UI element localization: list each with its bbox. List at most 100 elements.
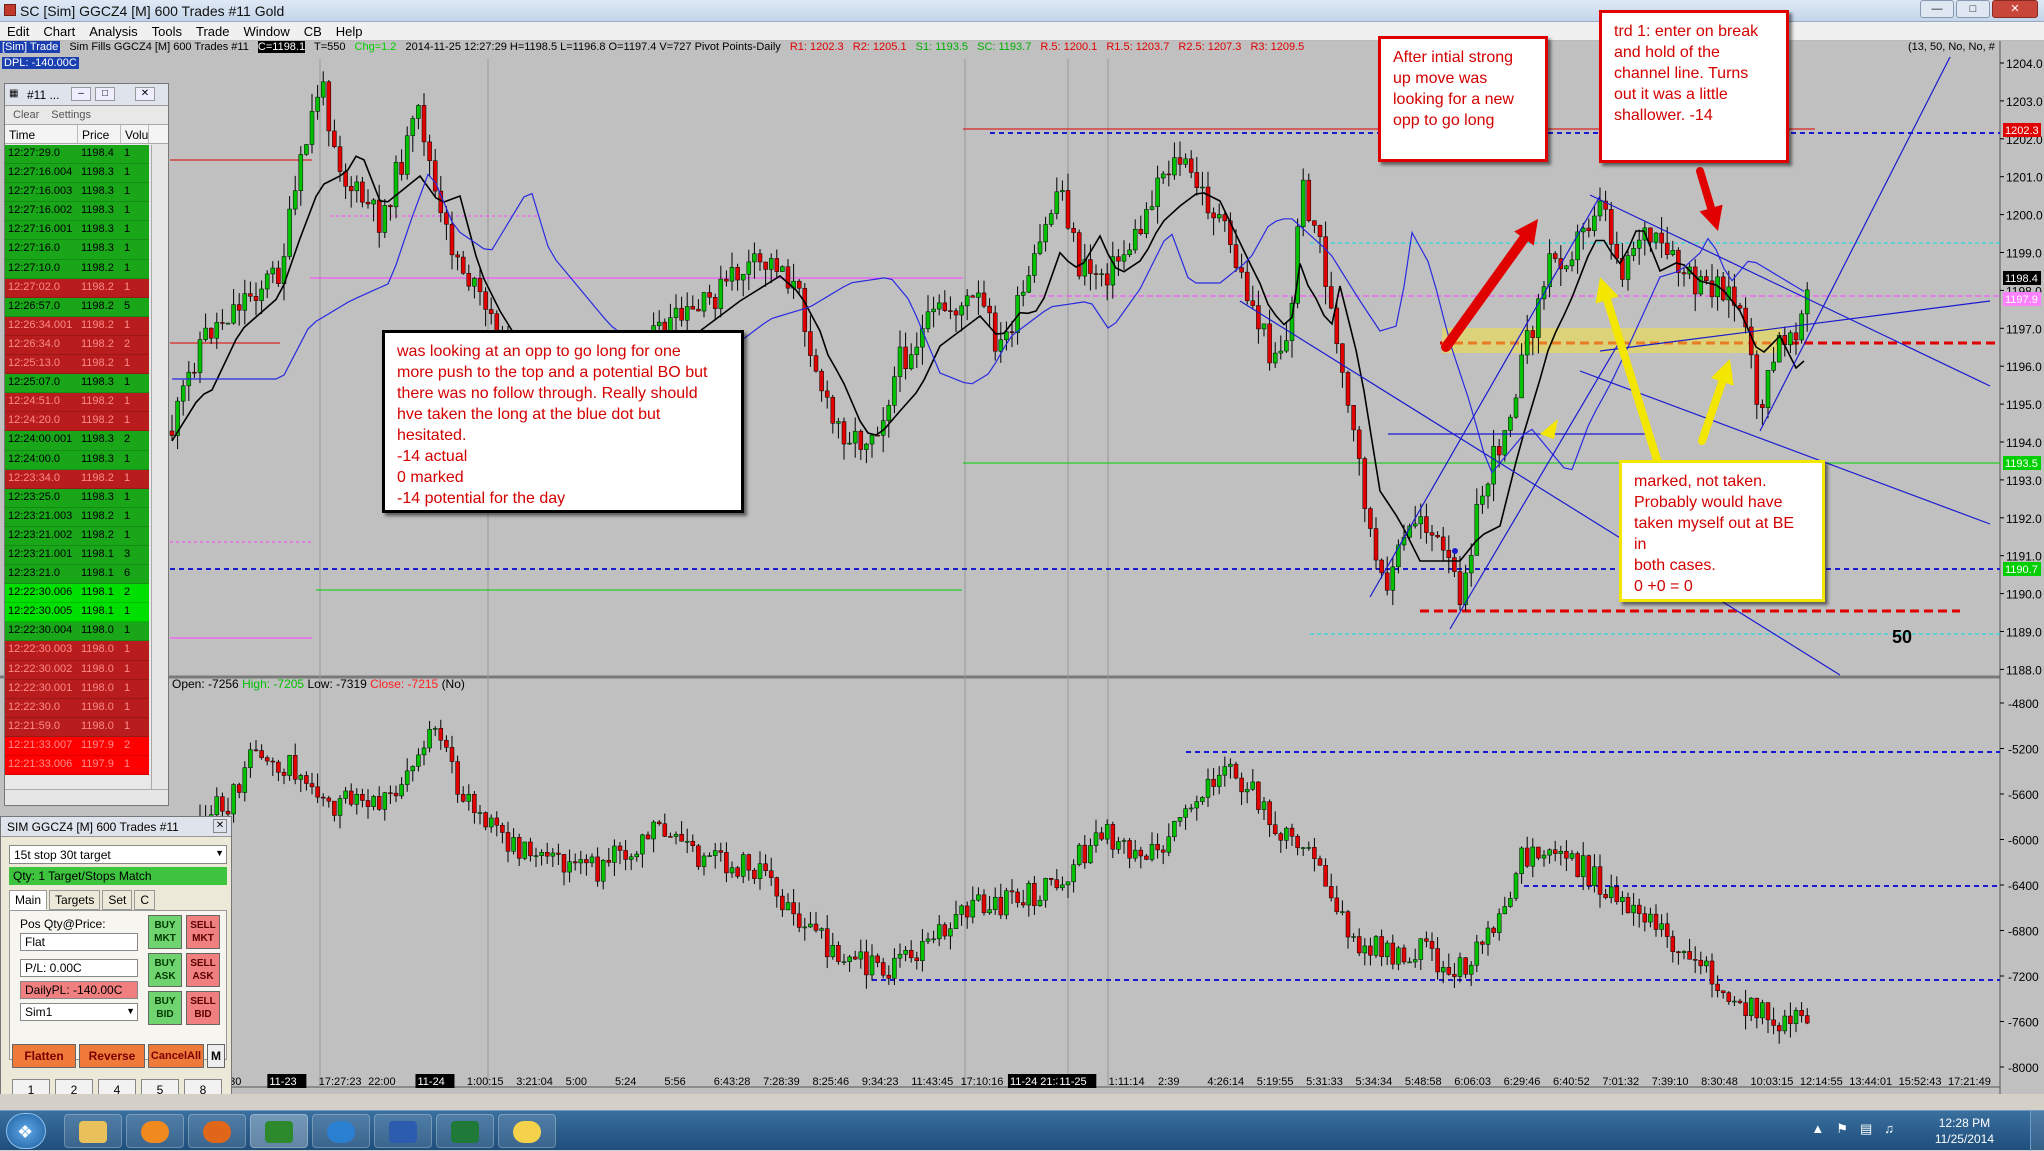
chevron-up-icon[interactable]: ▲ (1811, 1121, 1824, 1137)
buy-ask-button[interactable]: BUY ASK (148, 953, 182, 987)
firefox-icon[interactable] (188, 1114, 246, 1148)
close-icon[interactable]: ✕ (135, 87, 155, 101)
candle-body (404, 135, 410, 175)
candle-body (292, 190, 298, 210)
ts-header-volume[interactable]: Volu (121, 125, 149, 143)
ts-clear-button[interactable]: Clear (13, 109, 39, 121)
delta-candle-body (780, 895, 785, 911)
cancel-all-button[interactable]: CancelAll (148, 1044, 204, 1068)
sell-market-button[interactable]: SELL MKT (186, 915, 220, 949)
explorer-icon[interactable] (64, 1114, 122, 1148)
close-icon[interactable]: ✕ (1992, 0, 2038, 18)
candle-body (1692, 266, 1698, 295)
ts-cell-vol: 1 (124, 605, 131, 618)
menu-chart[interactable]: Chart (36, 22, 82, 40)
ts-header-time[interactable]: Time (5, 125, 78, 143)
delta-candle-body (1104, 824, 1110, 840)
ts-cell-time: 12:24:00.001 (8, 433, 73, 446)
ts-horizontal-scrollbar[interactable] (5, 789, 168, 805)
flatten-button[interactable]: Flatten (12, 1044, 76, 1068)
ts-cell-price: 1198.2 (81, 318, 114, 331)
delta-candle-body (455, 761, 460, 795)
ts-header-price[interactable]: Price (78, 125, 121, 143)
menu-tools[interactable]: Tools (145, 22, 189, 40)
volume-icon[interactable]: ♫ (1884, 1121, 1894, 1137)
word-icon[interactable] (374, 1114, 432, 1148)
sierra-chart-icon[interactable] (250, 1114, 308, 1148)
delta-candle-body (1351, 936, 1356, 938)
trade-title-bar[interactable]: SIM GGCZ4 [M] 600 Trades #11 ✕ (1, 817, 231, 837)
p2-close: Close: -7215 (370, 677, 439, 691)
tab-targets[interactable]: Targets (49, 890, 101, 910)
menu-trade[interactable]: Trade (189, 22, 236, 40)
time-and-sales-window[interactable]: ▦ #11 ... – □ ✕ Clear Settings Time Pric… (4, 83, 169, 806)
flag-icon[interactable]: ⚑ (1836, 1121, 1848, 1137)
delta-candle-body (640, 834, 645, 855)
ts-settings-button[interactable]: Settings (51, 109, 91, 121)
sell-bid-button[interactable]: SELL BID (186, 991, 220, 1025)
red-arrow-down-shaft (1696, 167, 1717, 217)
delta-candle-body (1519, 847, 1524, 874)
candle-body (253, 296, 259, 301)
tab-c[interactable]: C (134, 890, 156, 910)
candle-body (1138, 228, 1144, 235)
delta-candle-body (925, 938, 931, 942)
candle-body (1485, 483, 1491, 497)
candle-body (1334, 307, 1340, 345)
clock[interactable]: 12:28 PM 11/25/2014 (1935, 1115, 1994, 1147)
buy-bid-button[interactable]: BUY BID (148, 991, 182, 1025)
minimize-icon[interactable]: – (71, 87, 91, 101)
m-button[interactable]: M (207, 1044, 225, 1068)
account-select[interactable]: Sim1 ▼ (20, 1003, 138, 1021)
tab-set[interactable]: Set (102, 890, 133, 910)
tab-main[interactable]: Main (9, 890, 48, 910)
menu-analysis[interactable]: Analysis (82, 22, 144, 40)
ts-cell-time: 12:21:59.0 (8, 719, 60, 732)
candle-body (1032, 253, 1037, 276)
candle-body (768, 258, 774, 270)
app-icon[interactable] (4, 4, 16, 16)
globe-icon[interactable] (312, 1114, 370, 1148)
close-icon[interactable]: ✕ (213, 819, 227, 833)
strategy-select[interactable]: 15t stop 30t target ▼ (9, 845, 227, 864)
ts-cell-price: 1198.3 (81, 185, 114, 198)
time-axis-label: 11:43:45 (911, 1076, 953, 1088)
network-icon[interactable]: ▤ (1860, 1121, 1872, 1137)
start-button[interactable]: ❖ (6, 1113, 46, 1149)
maximize-icon[interactable]: □ (1956, 0, 1990, 18)
delta-candle-body (1194, 801, 1200, 809)
excel-icon[interactable] (436, 1114, 494, 1148)
candle-body (287, 208, 292, 257)
ts-vertical-scrollbar[interactable] (151, 145, 168, 791)
menu-cb[interactable]: CB (297, 22, 329, 40)
delta-candle-body (1715, 983, 1720, 991)
time-axis-label: 17:10:16 (961, 1076, 1004, 1088)
delta-candle-body (785, 902, 791, 911)
candle-body (1653, 232, 1659, 243)
reverse-button[interactable]: Reverse (79, 1044, 145, 1068)
chevron-down-icon[interactable]: ▼ (215, 848, 224, 858)
delta-candle-body (707, 855, 712, 857)
sell-ask-button[interactable]: SELL ASK (186, 953, 220, 987)
notes-icon[interactable] (498, 1114, 556, 1148)
media-player-icon[interactable] (126, 1114, 184, 1148)
chevron-down-icon[interactable]: ▼ (126, 1006, 135, 1016)
candle-body (1239, 267, 1244, 273)
menu-edit[interactable]: Edit (0, 22, 36, 40)
restore-icon[interactable]: □ (95, 87, 115, 101)
study-params: (13, 50, No, No, # (1908, 41, 1995, 53)
menu-help[interactable]: Help (329, 22, 370, 40)
candle-body (953, 310, 959, 316)
buy-market-button[interactable]: BUY MKT (148, 915, 182, 949)
ts-title-bar[interactable]: ▦ #11 ... – □ ✕ (5, 84, 168, 106)
delta-candle-body (595, 856, 600, 882)
ts-cell-vol: 1 (124, 185, 131, 198)
delta-candle-body (1536, 846, 1541, 859)
minimize-icon[interactable]: — (1920, 0, 1954, 18)
ts-row: 12:21:33.007 1197.9 2 (5, 736, 149, 756)
show-desktop-button[interactable] (2030, 1111, 2044, 1151)
candle-body (1429, 532, 1435, 536)
delta-candle-body (1463, 957, 1468, 975)
delta-candle-body (768, 870, 774, 878)
menu-window[interactable]: Window (236, 22, 296, 40)
